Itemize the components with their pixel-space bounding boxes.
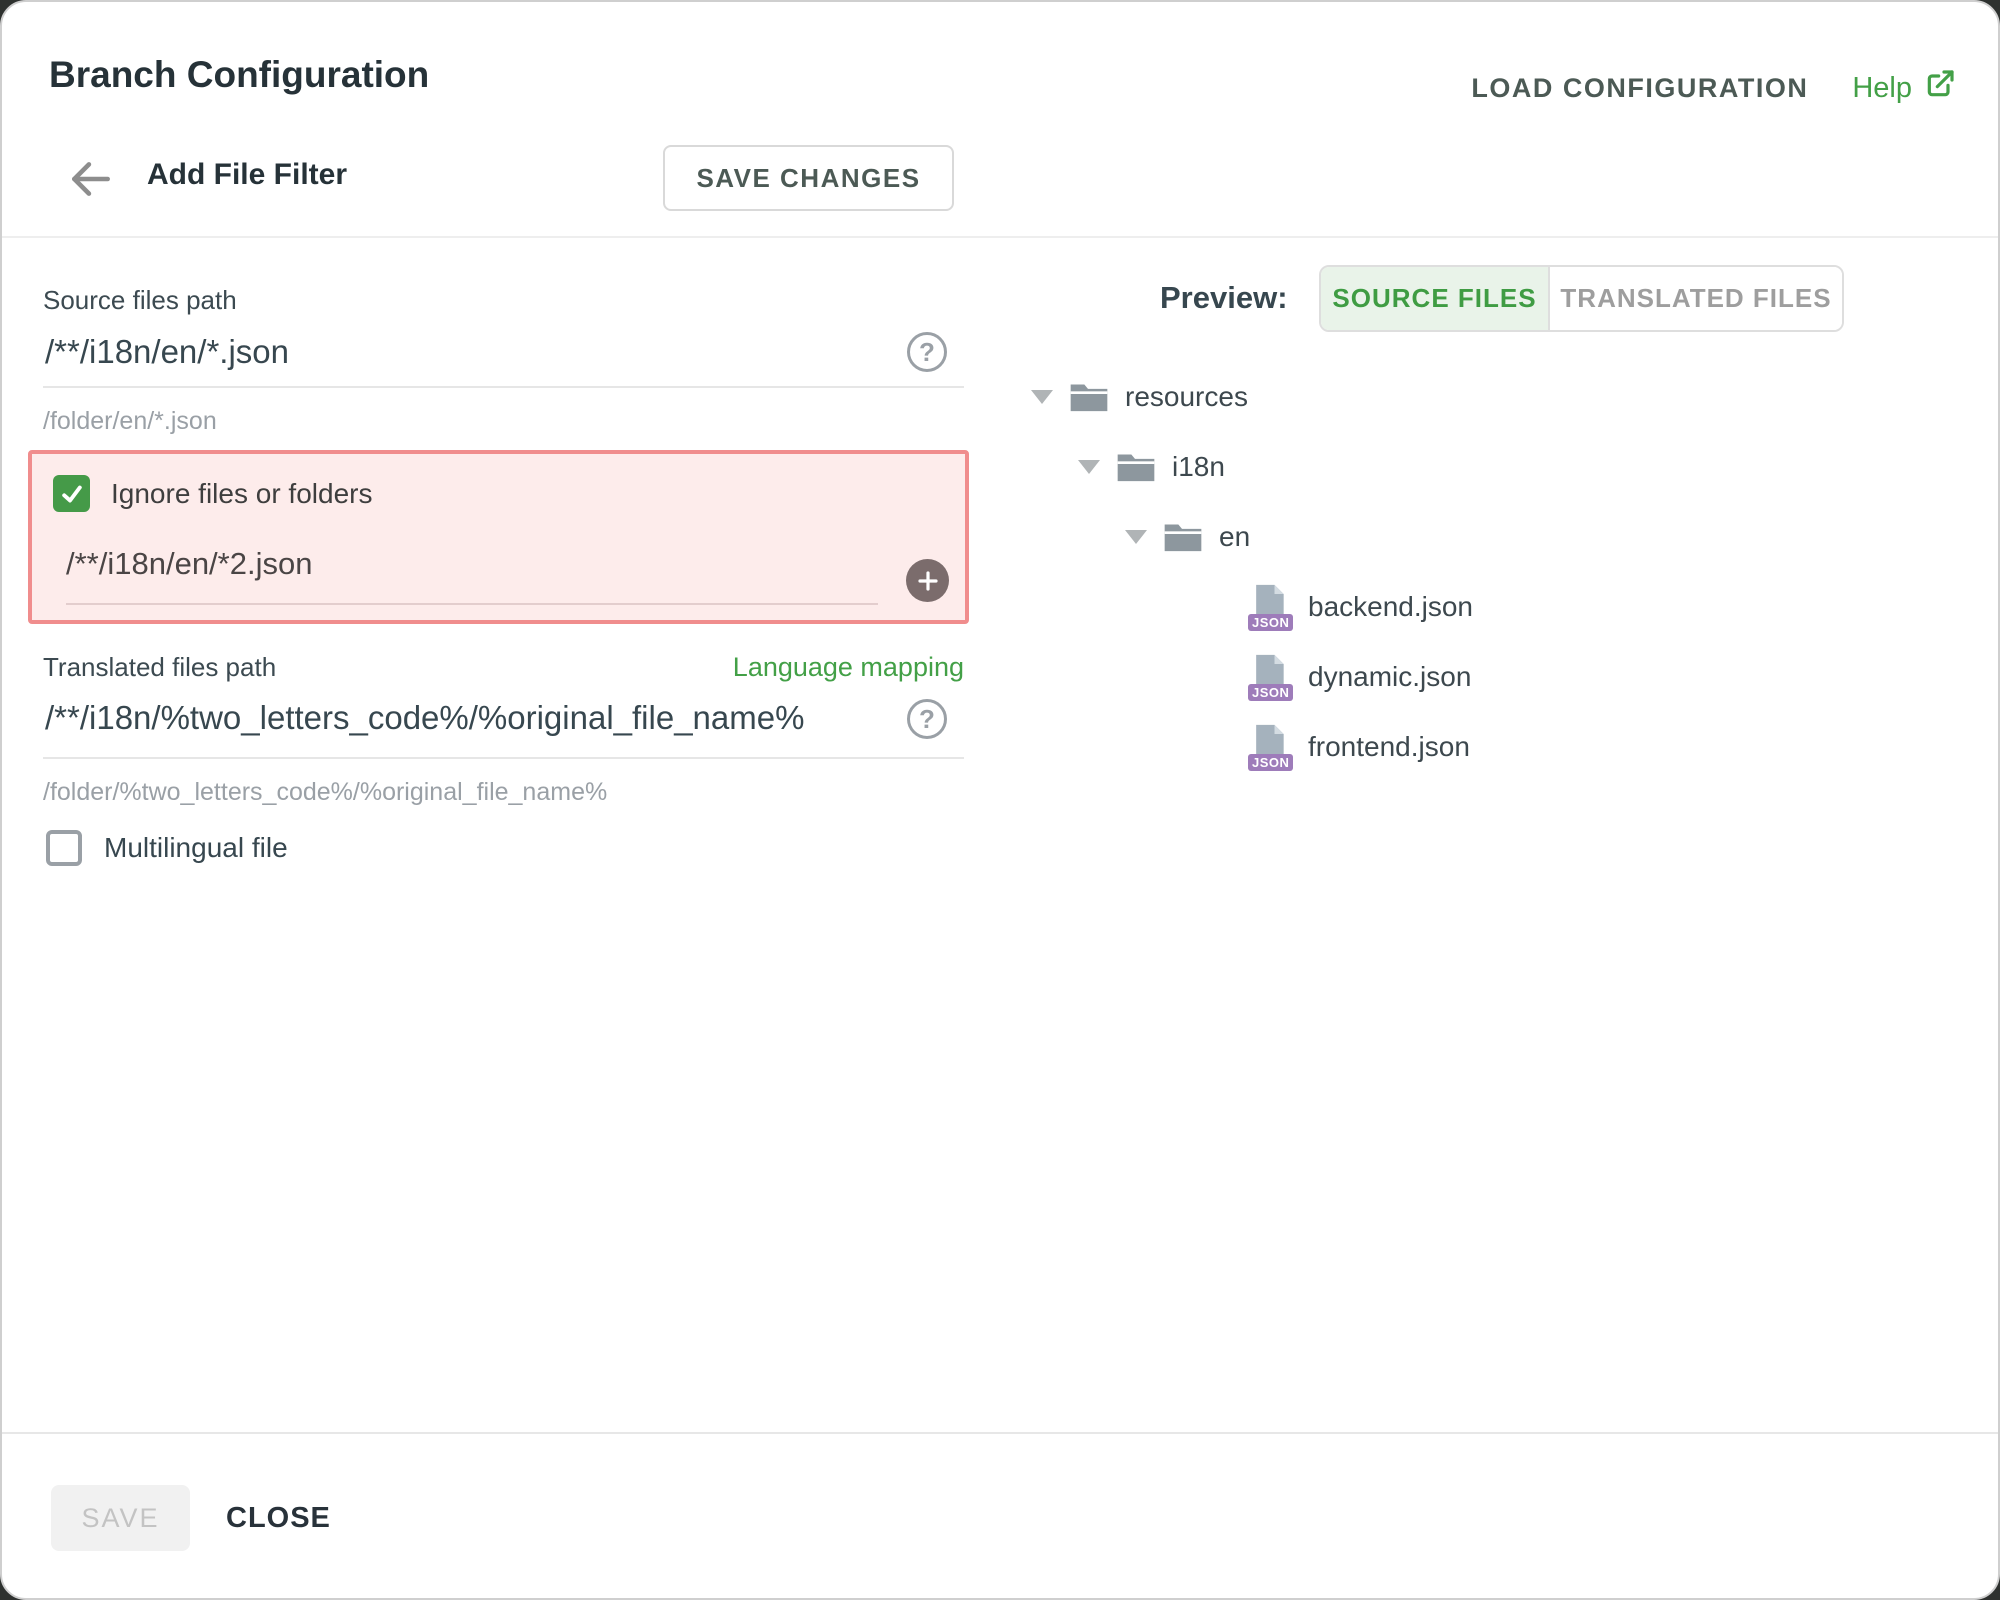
- ignore-files-checkbox-row[interactable]: Ignore files or folders: [53, 475, 372, 512]
- footer-divider: [2, 1432, 1998, 1434]
- tab-source-files[interactable]: SOURCE FILES: [1321, 267, 1550, 330]
- branch-configuration-dialog: Branch Configuration LOAD CONFIGURATION …: [0, 0, 2000, 1600]
- translated-path-help-icon[interactable]: ?: [907, 699, 947, 739]
- json-badge: JSON: [1248, 754, 1293, 771]
- ignore-files-label: Ignore files or folders: [111, 478, 372, 510]
- folder-icon: [1116, 450, 1156, 484]
- ignore-pattern-input[interactable]: /**/i18n/en/*2.json: [66, 546, 312, 582]
- header-divider: [2, 236, 1998, 238]
- tree-folder-label: resources: [1125, 381, 1248, 413]
- translated-files-path-label: Translated files path: [43, 652, 276, 683]
- external-link-icon: [1924, 68, 1956, 108]
- source-input-underline: [43, 386, 964, 388]
- arrow-left-icon: [66, 154, 116, 204]
- header-actions: LOAD CONFIGURATION Help: [1471, 68, 1956, 108]
- json-file-icon: JSON: [1250, 653, 1294, 701]
- page-title: Branch Configuration: [49, 54, 429, 96]
- folder-icon: [1163, 520, 1203, 554]
- json-badge: JSON: [1248, 614, 1293, 631]
- translated-path-hint: /folder/%two_letters_code%/%original_fil…: [43, 778, 607, 807]
- json-file-icon: JSON: [1250, 583, 1294, 631]
- tree-file-label: backend.json: [1308, 591, 1473, 623]
- add-ignore-pattern-button[interactable]: [906, 559, 949, 602]
- tree-row-resources[interactable]: resources: [1012, 362, 1473, 432]
- language-mapping-link[interactable]: Language mapping: [733, 652, 964, 683]
- chevron-down-icon[interactable]: [1078, 460, 1100, 474]
- tree-row-frontend-json[interactable]: JSON frontend.json: [1012, 712, 1473, 782]
- tree-row-backend-json[interactable]: JSON backend.json: [1012, 572, 1473, 642]
- subheader-title: Add File Filter: [147, 158, 347, 192]
- save-button-disabled[interactable]: SAVE: [51, 1485, 190, 1551]
- source-path-help-icon[interactable]: ?: [907, 332, 947, 372]
- load-configuration-button[interactable]: LOAD CONFIGURATION: [1471, 73, 1808, 104]
- back-button[interactable]: [66, 154, 116, 204]
- source-files-path-label: Source files path: [43, 285, 237, 316]
- folder-icon: [1069, 380, 1109, 414]
- preview-toggle-group: SOURCE FILES TRANSLATED FILES: [1319, 265, 1844, 332]
- multilingual-checkbox-row[interactable]: Multilingual file: [46, 830, 288, 866]
- ignore-input-underline: [66, 603, 878, 605]
- multilingual-checkbox-unchecked[interactable]: [46, 830, 82, 866]
- translated-input-underline: [43, 757, 964, 759]
- close-button[interactable]: CLOSE: [226, 1485, 331, 1551]
- help-link-label: Help: [1852, 72, 1912, 105]
- source-path-hint: /folder/en/*.json: [43, 407, 217, 436]
- tree-file-label: frontend.json: [1308, 731, 1470, 763]
- help-link[interactable]: Help: [1852, 68, 1956, 108]
- tree-row-en[interactable]: en: [1012, 502, 1473, 572]
- translated-files-path-input[interactable]: /**/i18n/%two_letters_code%/%original_fi…: [45, 699, 804, 737]
- tree-folder-label: en: [1219, 521, 1250, 553]
- chevron-down-icon[interactable]: [1031, 390, 1053, 404]
- json-file-icon: JSON: [1250, 723, 1294, 771]
- check-icon: [59, 481, 85, 507]
- tree-row-dynamic-json[interactable]: JSON dynamic.json: [1012, 642, 1473, 712]
- tree-file-label: dynamic.json: [1308, 661, 1471, 693]
- tree-row-i18n[interactable]: i18n: [1012, 432, 1473, 502]
- ignore-files-checkbox-checked[interactable]: [53, 475, 90, 512]
- ignore-files-highlight-box: Ignore files or folders /**/i18n/en/*2.j…: [28, 450, 969, 624]
- multilingual-label: Multilingual file: [104, 832, 288, 864]
- plus-icon: [916, 569, 940, 593]
- tab-translated-files[interactable]: TRANSLATED FILES: [1550, 267, 1842, 330]
- source-files-path-input[interactable]: /**/i18n/en/*.json: [45, 333, 289, 371]
- preview-label: Preview:: [1160, 280, 1288, 316]
- translated-files-label-row: Translated files path Language mapping: [43, 652, 964, 683]
- json-badge: JSON: [1248, 684, 1293, 701]
- tree-folder-label: i18n: [1172, 451, 1225, 483]
- chevron-down-icon[interactable]: [1125, 530, 1147, 544]
- file-tree: resources i18n en JSON: [1012, 362, 1473, 782]
- save-changes-button[interactable]: SAVE CHANGES: [663, 145, 954, 211]
